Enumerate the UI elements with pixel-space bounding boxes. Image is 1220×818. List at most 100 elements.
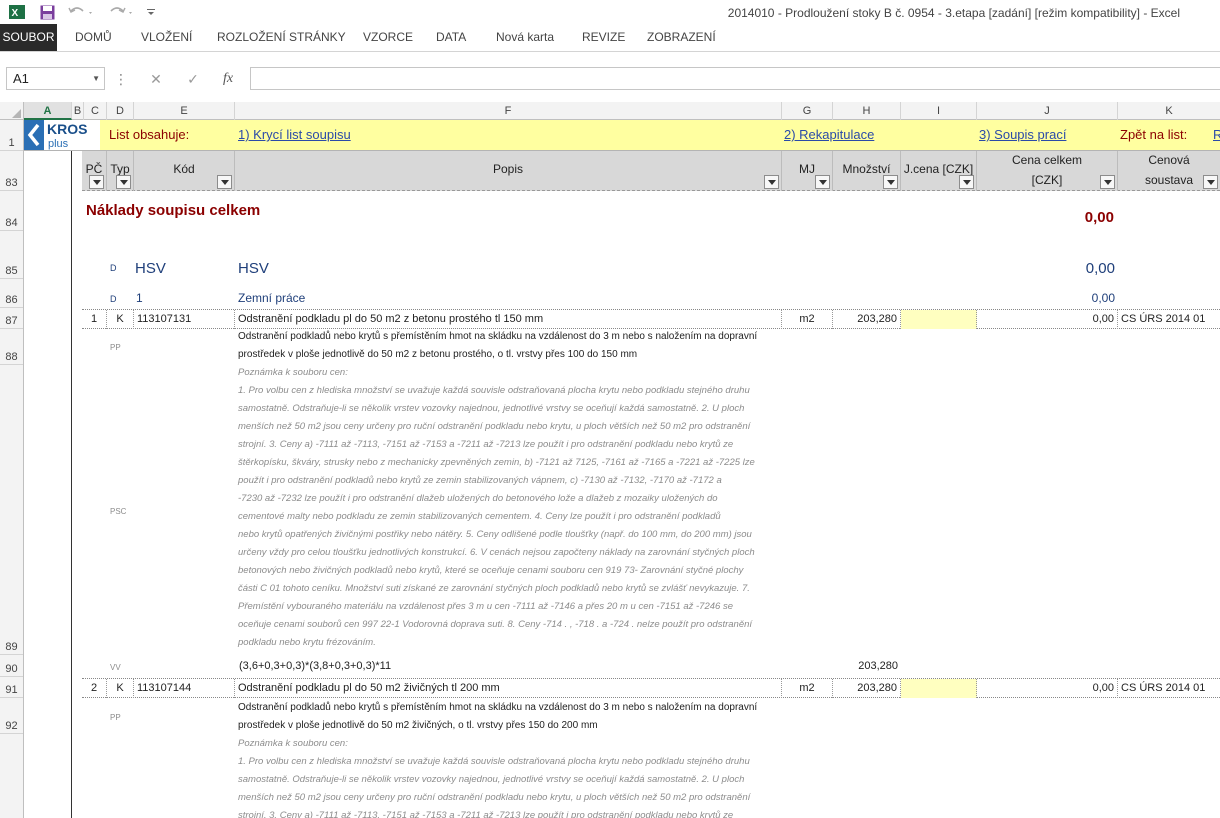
filter-dropdown-icon[interactable] [764,175,779,189]
item-mj: m2 [782,310,833,329]
chevron-down-icon[interactable]: ▼ [92,68,100,89]
column-header-k[interactable]: K [1118,102,1220,120]
column-header-h[interactable]: H [833,102,901,120]
column-header-c[interactable]: C [84,102,107,120]
table-header-row: PČ Typ Kód Popis MJ Množství J.cena [CZK… [82,151,1220,191]
column-header-b[interactable]: B [72,102,84,120]
filter-dropdown-icon[interactable] [959,175,974,189]
column-header-g[interactable]: G [782,102,833,120]
row-header-83[interactable]: 83 [0,151,23,191]
sheet-grid[interactable]: PČ Typ Kód Popis MJ Množství J.cena [CZK… [24,151,1220,818]
table-row[interactable]: 2 K 113107144 Odstranění podkladu pl do … [82,678,1220,698]
header-cenova-soustava: Cenová soustava [1118,151,1220,191]
tab-new[interactable]: Nová karta [490,24,560,51]
print-area-border [71,151,72,818]
row-header-84[interactable]: 84 [0,191,23,231]
filter-dropdown-icon[interactable] [116,175,131,189]
formula-input[interactable] [250,67,1220,90]
subsection-type: D [110,294,117,304]
item-mnozstvi: 203,280 [833,310,901,329]
row-header-85[interactable]: 85 [0,231,23,279]
row-header-89[interactable]: 89 [0,365,23,655]
link-back[interactable]: R [1213,127,1220,142]
column-header-d[interactable]: D [107,102,134,120]
item-unit-price-input[interactable] [901,310,977,329]
item-typ: K [107,310,134,329]
column-header-i[interactable]: I [901,102,977,120]
item-soustava: CS ÚRS 2014 01 [1121,682,1206,694]
item-cena: 0,00 [977,310,1118,329]
redo-icon[interactable] [106,3,136,21]
filter-dropdown-icon[interactable] [1203,175,1218,189]
vv-tag: VV [110,663,121,672]
tab-formulas[interactable]: VZORCE [357,24,419,51]
row-header-88[interactable]: 88 [0,329,23,365]
select-all-corner[interactable] [0,102,24,120]
undo-icon[interactable] [66,3,96,21]
column-header-j[interactable]: J [977,102,1118,120]
filter-dropdown-icon[interactable] [815,175,830,189]
subsection-total: 0,00 [1091,291,1115,305]
save-icon[interactable] [38,3,56,21]
title-bar: X 2014010 - Prodloužení stoky B č. 0954 … [0,0,1220,24]
row-header-1[interactable]: 1 [0,120,23,151]
link-cover-sheet[interactable]: 1) Krycí list soupisu [238,127,351,142]
item-pc: 1 [82,310,107,329]
filter-dropdown-icon[interactable] [89,175,104,189]
column-header-e[interactable]: E [134,102,235,120]
cancel-icon[interactable]: ✕ [145,68,167,90]
filter-dropdown-icon[interactable] [1100,175,1115,189]
link-bill-of-works[interactable]: 3) Soupis prací [979,127,1066,142]
excel-logo-icon: X [8,3,26,21]
filter-dropdown-icon[interactable] [883,175,898,189]
header-mj: MJ [782,151,833,191]
name-box[interactable]: A1 ▼ [6,67,105,90]
tab-data[interactable]: DATA [430,24,472,51]
list-contains-label: List obsahuje: [109,127,190,142]
row-header-91[interactable]: 91 [0,677,23,698]
item-long-description: Odstranění podkladů nebo krytů s přemíst… [238,331,758,360]
svg-text:plus: plus [48,138,69,150]
item-mnozstvi: 203,280 [833,679,901,698]
column-header-a[interactable]: A [24,102,72,120]
item-unit-price-input[interactable] [901,679,977,698]
enter-icon[interactable]: ✓ [182,68,204,90]
info-row: KROS plus List obsahuje: 1) Krycí list s… [24,120,1220,151]
section-type: D [110,263,117,273]
column-header-f[interactable]: F [235,102,782,120]
tab-file[interactable]: SOUBOR [0,24,57,51]
link-recapitulation[interactable]: 2) Rekapitulace [784,127,874,142]
row-header-92[interactable]: 92 [0,698,23,734]
tab-review[interactable]: REVIZE [576,24,631,51]
row-header-87[interactable]: 87 [0,308,23,329]
summary-title: Náklady soupisu celkem [86,202,261,219]
item-price-note: Poznámka k souboru cen: 1. Pro volbu cen… [238,367,755,648]
item-popis: Odstranění podkladu pl do 50 m2 živičnýc… [235,679,782,698]
tab-page-layout[interactable]: ROZLOŽENÍ STRÁNKY [211,24,352,51]
header-cena-celkem: Cena celkem [CZK] [977,151,1118,191]
row-header-86[interactable]: 86 [0,279,23,308]
header-mnozstvi: Množství [833,151,901,191]
insert-function-icon[interactable]: fx [216,68,240,90]
header-typ: Typ [107,151,134,191]
svg-text:X: X [12,8,19,19]
item-typ: K [107,679,134,698]
section-code: HSV [135,260,166,277]
psc-tag: PSC [110,507,127,516]
tab-insert[interactable]: VLOŽENÍ [135,24,198,51]
item-soustava: CS ÚRS 2014 01 [1121,313,1206,325]
row-header-90[interactable]: 90 [0,655,23,677]
more-options-icon[interactable]: ⋮ [114,68,128,90]
table-row[interactable]: 1 K 113107131 Odstranění podkladu pl do … [82,309,1220,329]
tab-view[interactable]: ZOBRAZENÍ [641,24,722,51]
customize-quick-access-icon[interactable] [144,3,158,21]
pp-tag: PP [110,343,121,352]
item-pc: 2 [82,679,107,698]
kros-plus-logo: KROS plus [24,120,100,150]
tab-home[interactable]: DOMŮ [69,24,118,51]
item-mj: m2 [782,679,833,698]
item-kod: 113107144 [134,679,235,698]
summary-total: 0,00 [1084,209,1114,226]
pp-tag: PP [110,713,121,722]
filter-dropdown-icon[interactable] [217,175,232,189]
